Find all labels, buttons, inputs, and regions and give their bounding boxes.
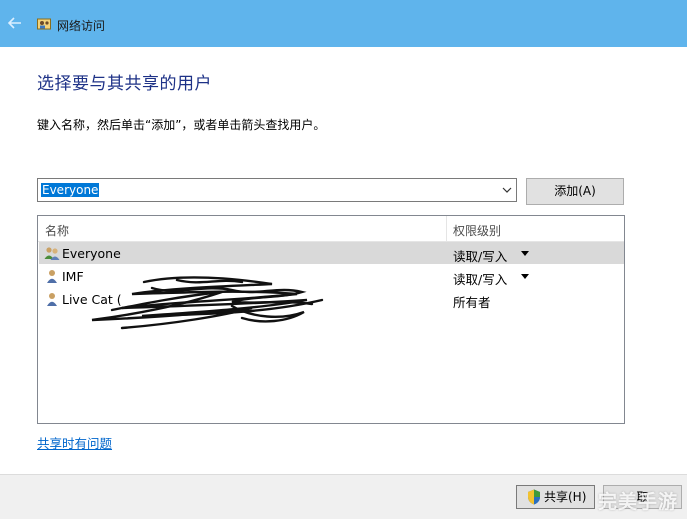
column-divider[interactable] [446,216,447,241]
back-arrow-icon[interactable] [6,14,24,32]
user-icon [44,291,60,307]
column-header-permission[interactable]: 权限级别 [453,222,501,239]
row-permission[interactable]: 读取/写入 [453,269,507,288]
row-name: Everyone [62,246,121,261]
list-row-everyone[interactable]: Everyone 读取/写入 [39,242,624,264]
permission-dropdown-arrow-icon[interactable] [521,251,529,256]
chevron-down-icon[interactable] [502,184,512,194]
column-header-name[interactable]: 名称 [45,222,69,239]
add-button[interactable]: 添加(A) [526,178,624,205]
group-icon [44,245,60,261]
network-share-icon [37,17,51,31]
title-bar: 网络访问 [0,0,687,47]
share-button-label: 共享(H) [544,490,587,504]
user-icon [44,268,60,284]
row-permission[interactable]: 读取/写入 [453,246,507,265]
user-combo-box[interactable]: Everyone [37,178,517,202]
watermark-text: 完美手游 [598,491,679,513]
share-button[interactable]: 共享(H) [516,485,595,509]
instruction-text: 键入名称，然后单击“添加”，或者单击箭头查找用户。 [37,118,326,132]
shield-icon [527,489,541,505]
page-heading: 选择要与其共享的用户 [37,74,212,94]
row-name: IMF [62,269,84,284]
row-permission: 所有者 [453,295,491,310]
combo-value[interactable]: Everyone [41,183,100,197]
help-link[interactable]: 共享时有问题 [37,433,112,452]
list-header: 名称 权限级别 [38,216,624,242]
redaction-scribble [91,276,324,330]
window-title: 网络访问 [57,19,106,33]
permission-dropdown-arrow-icon[interactable] [521,274,529,279]
